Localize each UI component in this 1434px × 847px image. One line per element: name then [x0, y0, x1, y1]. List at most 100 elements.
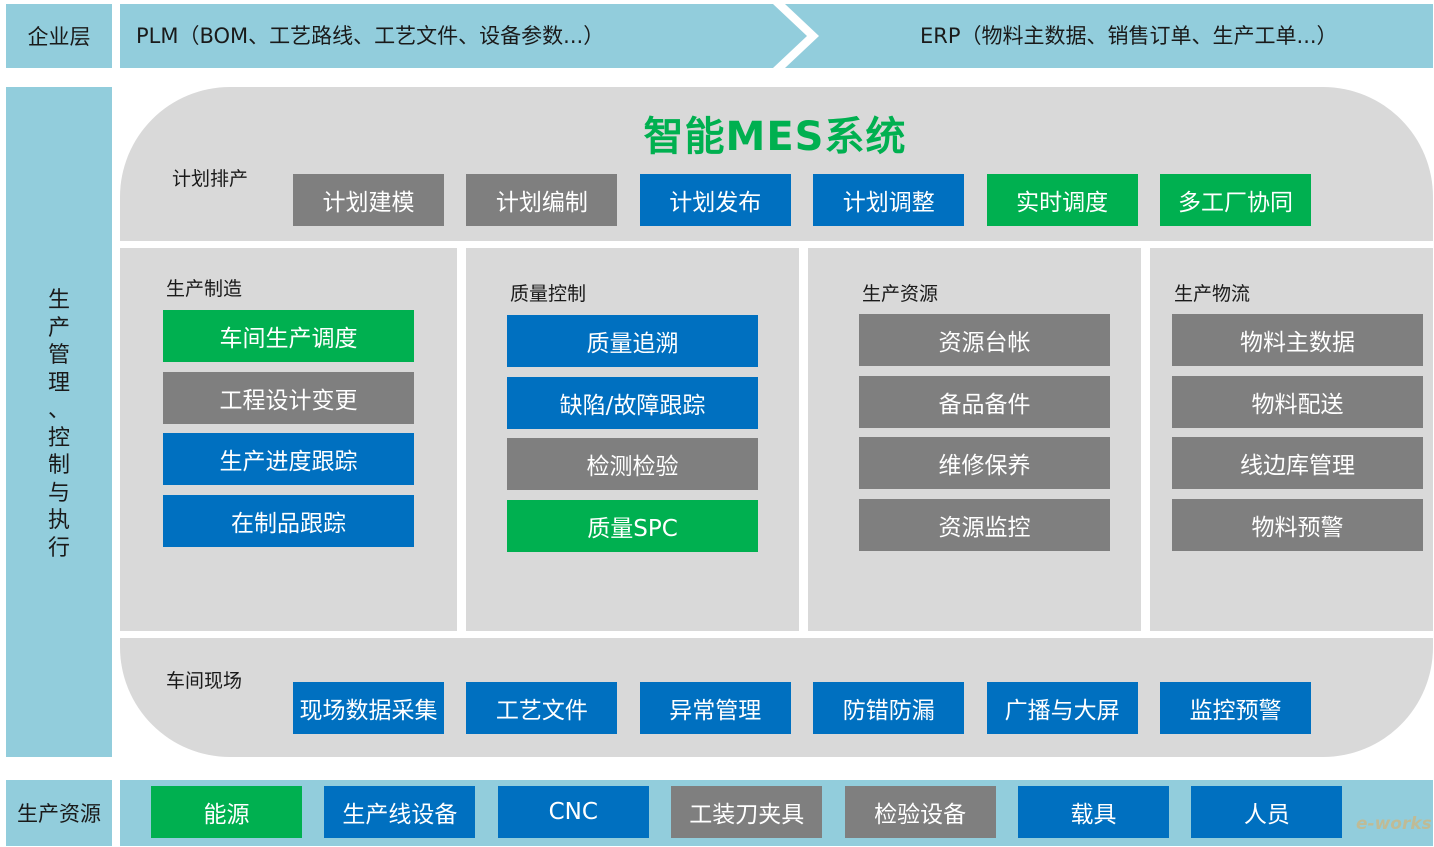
- side-label-char: 与: [47, 480, 70, 506]
- resources-label: 生产资源: [17, 802, 101, 826]
- side-label-char: 、: [47, 398, 70, 423]
- side-label-char: 执: [47, 508, 70, 533]
- planning-item-text: 多工厂协同: [1178, 190, 1293, 216]
- module-item-text: 质量SPC: [587, 515, 678, 542]
- module-item-text: 缺陷/故障跟踪: [559, 392, 706, 419]
- resource-item: 工装刀夹具: [671, 786, 823, 838]
- module-item-text: 资源台帐: [938, 330, 1031, 356]
- module-item-text: 车间生产调度: [219, 326, 358, 352]
- erp-text: ERP（物料主数据、销售订单、生产工单...）: [920, 24, 1338, 48]
- resource-item-text: 检验设备: [874, 802, 967, 828]
- module-item-text: 备品备件: [938, 391, 1031, 418]
- module-item-text: 生产进度跟踪: [219, 449, 358, 475]
- module-item: 在制品跟踪: [163, 494, 414, 547]
- module-item: 检测检验: [507, 438, 758, 490]
- side-label-char: 行: [47, 535, 70, 561]
- module-item: 工程设计变更: [163, 371, 414, 424]
- module-item: 物料配送: [1172, 375, 1423, 428]
- side-label-char: 理: [47, 370, 70, 396]
- enterprise-label: 企业层: [27, 25, 91, 49]
- enterprise-label-box: 企业层: [6, 4, 112, 68]
- module-item-text: 质量追溯: [586, 331, 679, 357]
- side-label-char: 制: [47, 453, 70, 478]
- mes-title: 智能MES系统: [643, 114, 907, 160]
- divider-bottom: [120, 631, 1433, 638]
- module-item-text: 资源监控: [938, 514, 1031, 541]
- module-item: 线边库管理: [1172, 437, 1423, 489]
- planning-item-text: 计划发布: [669, 190, 762, 216]
- shopfloor-item-text: 现场数据采集: [299, 698, 438, 724]
- resource-item-text: 生产线设备: [342, 802, 458, 828]
- module-item: 维修保养: [859, 437, 1110, 489]
- side-label-char: 控: [47, 425, 70, 451]
- shopfloor-item: 监控预警: [1160, 682, 1311, 734]
- module-item-text: 物料预警: [1251, 514, 1344, 541]
- watermark-logo: e-works: [1356, 814, 1432, 834]
- module-item-text: 物料配送: [1251, 391, 1344, 418]
- shopfloor-label: 车间现场: [166, 670, 243, 692]
- resource-item-text: 工装刀夹具: [689, 802, 805, 828]
- module-item: 缺陷/故障跟踪: [507, 376, 758, 429]
- shopfloor-item: 现场数据采集: [293, 682, 444, 734]
- module-column-label: 生产物流: [1174, 283, 1251, 305]
- module-item-text: 检测检验: [586, 454, 679, 480]
- side-label: 生产管理、控制与执行: [6, 287, 112, 562]
- shopfloor-item-text: 工艺文件: [495, 698, 588, 724]
- planning-item: 实时调度: [986, 174, 1138, 226]
- side-label-box: 生产管理、控制与执行: [6, 87, 112, 757]
- shopfloor-item: 工艺文件: [466, 682, 618, 734]
- divider-col-1: [457, 241, 466, 638]
- module-item: 资源监控: [859, 498, 1110, 551]
- planning-item-text: 计划编制: [495, 190, 588, 216]
- side-label-char: 生: [47, 288, 70, 313]
- module-column-label: 生产制造: [166, 278, 243, 300]
- module-column-label: 质量控制: [510, 283, 587, 305]
- shopfloor-item: 防错防漏: [813, 682, 965, 734]
- divider-col-3: [1141, 241, 1150, 638]
- planning-item-text: 实时调度: [1016, 190, 1109, 216]
- resource-item-text: 载具: [1070, 802, 1117, 828]
- shopfloor-item: 异常管理: [639, 682, 791, 734]
- planning-item: 计划建模: [293, 174, 444, 226]
- resources-label-box: 生产资源: [6, 780, 112, 846]
- resource-item: 生产线设备: [324, 786, 476, 838]
- module-item-text: 工程设计变更: [219, 387, 358, 414]
- resource-item-text: 人员: [1243, 802, 1290, 828]
- module-item-text: 物料主数据: [1240, 330, 1355, 356]
- module-column-label: 生产资源: [862, 283, 939, 305]
- module-item: 质量SPC: [507, 499, 758, 552]
- shopfloor-item-text: 防错防漏: [842, 698, 935, 724]
- shopfloor-item-text: 监控预警: [1189, 698, 1282, 724]
- shopfloor-item-text: 异常管理: [669, 698, 762, 724]
- planning-label: 计划排产: [172, 168, 249, 190]
- planning-item: 计划调整: [813, 174, 965, 226]
- resource-item: 能源: [151, 786, 302, 838]
- module-item: 资源台帐: [859, 314, 1110, 366]
- plm-text: PLM（BOM、工艺路线、工艺文件、设备参数...）: [136, 24, 605, 48]
- resource-item-text: 能源: [203, 802, 250, 828]
- planning-item: 计划编制: [466, 174, 618, 226]
- module-item: 车间生产调度: [163, 310, 414, 362]
- resource-item: 人员: [1191, 786, 1343, 838]
- planning-item-text: 计划建模: [322, 190, 415, 216]
- resource-item: 检验设备: [844, 786, 996, 838]
- planning-item-text: 计划调整: [842, 190, 935, 216]
- resource-item: 载具: [1018, 786, 1169, 838]
- resource-item: CNC: [497, 786, 649, 838]
- module-item: 生产进度跟踪: [163, 433, 414, 485]
- divider-col-2: [799, 241, 808, 638]
- module-item: 备品备件: [859, 375, 1110, 428]
- shopfloor-item-text: 广播与大屏: [1004, 698, 1120, 724]
- module-item-text: 维修保养: [938, 453, 1031, 479]
- module-item-text: 线边库管理: [1240, 453, 1355, 479]
- module-item: 质量追溯: [507, 315, 758, 367]
- module-item: 物料主数据: [1172, 314, 1423, 366]
- module-item: 物料预警: [1172, 498, 1423, 551]
- planning-item: 计划发布: [639, 174, 791, 226]
- side-label-char: 产: [47, 315, 70, 341]
- shopfloor-item: 广播与大屏: [986, 682, 1138, 734]
- side-label-char: 管: [47, 343, 70, 368]
- divider-top: [120, 241, 1433, 248]
- module-item-text: 在制品跟踪: [231, 510, 346, 537]
- resource-item-text: CNC: [548, 799, 598, 825]
